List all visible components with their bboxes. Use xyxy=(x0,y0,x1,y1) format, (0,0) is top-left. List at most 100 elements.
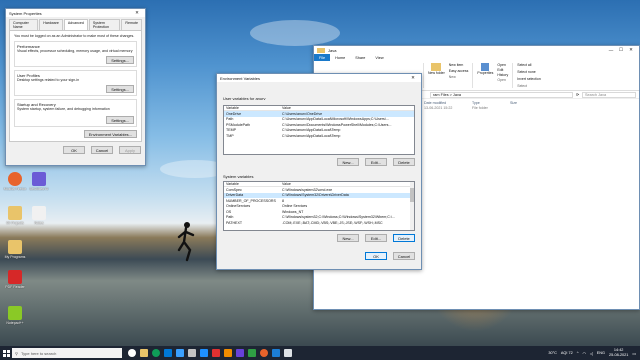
aqi-text[interactable]: AQI 72 xyxy=(561,351,573,355)
ribbon-tab-share[interactable]: Share xyxy=(350,56,370,60)
app-icon[interactable] xyxy=(224,349,232,357)
list-item[interactable]: ComSpec C:\Windows\system32\cmd.exe xyxy=(224,187,414,193)
tab-advanced[interactable]: Advanced xyxy=(63,19,88,30)
list-item[interactable]: TEMP C:\Users\anurv\AppData\Local\Temp xyxy=(224,128,414,134)
properties-button[interactable]: Properties xyxy=(477,63,493,88)
list-item[interactable]: Path C:\Windows\system32;C:\Windows;C:\Wi… xyxy=(224,215,414,221)
new-item-button[interactable]: New item xyxy=(449,63,469,67)
notification-icon[interactable]: ▭ xyxy=(632,351,636,356)
col-value[interactable]: Value xyxy=(280,182,414,186)
desktop-icon[interactable]: PDF Reader xyxy=(2,270,28,300)
scrollbar-thumb[interactable] xyxy=(410,188,414,202)
close-icon[interactable]: ✕ xyxy=(626,47,636,53)
file-explorer-icon[interactable] xyxy=(140,349,148,357)
tab-system-protection[interactable]: System Protection xyxy=(88,19,121,30)
select-none-button[interactable]: Select none xyxy=(517,70,541,74)
task-view-icon[interactable] xyxy=(128,349,136,357)
start-button[interactable] xyxy=(0,349,12,357)
app-icon[interactable] xyxy=(200,349,208,357)
taskbar-search[interactable]: ⚲ Type here to search xyxy=(12,348,122,358)
desktop-icon-label: Mozilla Firefox xyxy=(3,187,27,191)
close-icon[interactable]: ✕ xyxy=(132,10,142,16)
tab-remote[interactable]: Remote xyxy=(121,19,142,30)
easy-access-button[interactable]: Easy access xyxy=(449,69,469,73)
cancel-button[interactable]: Cancel xyxy=(393,252,415,260)
list-item[interactable]: NUMBER_OF_PROCESSORS 8 xyxy=(224,198,414,204)
col-variable[interactable]: Variable xyxy=(224,106,280,110)
tab-hardware[interactable]: Hardware xyxy=(39,19,63,30)
list-item[interactable]: OnlineServices Online Services xyxy=(224,204,414,210)
open-button[interactable]: Open xyxy=(497,63,508,67)
wifi-icon[interactable]: ◠ xyxy=(582,351,585,356)
invert-selection-button[interactable]: Invert selection xyxy=(517,77,541,81)
list-item[interactable]: DriverData C:\Windows\System32\Drivers\Dr… xyxy=(224,192,414,198)
desktop-icon[interactable]: 00 Projects xyxy=(2,206,28,236)
performance-settings-button[interactable]: Settings... xyxy=(106,56,134,64)
minimize-icon[interactable]: — xyxy=(606,48,616,53)
chevron-up-icon[interactable]: ^ xyxy=(577,351,579,355)
history-button[interactable]: History xyxy=(497,73,508,77)
app-icon[interactable] xyxy=(236,349,244,357)
var-name: PSModulePath xyxy=(226,122,250,127)
list-item[interactable]: TMP C:\Users\anurv\AppData\Local\Temp xyxy=(224,133,414,139)
startup-settings-button[interactable]: Settings... xyxy=(106,116,134,124)
ok-button[interactable]: OK xyxy=(365,252,387,260)
desktop-icon[interactable]: Notes xyxy=(26,206,52,236)
list-item[interactable]: Path C:\Users\anurv\AppData\Local\Microso… xyxy=(224,117,414,123)
user-variables-list[interactable]: Variable Value OneDrive C:\Users\anurv\One… xyxy=(223,105,415,155)
desktop-icon[interactable]: Notepad++ xyxy=(2,306,28,336)
col-value[interactable]: Value xyxy=(280,106,414,110)
col-date-modified[interactable]: Date modified xyxy=(424,101,472,105)
address-bar[interactable]: ram Files > Java xyxy=(430,91,573,98)
new-folder-button[interactable]: New folder xyxy=(428,63,445,88)
desktop-icon[interactable]: My Programs xyxy=(2,240,28,270)
user-profiles-settings-button[interactable]: Settings... xyxy=(106,85,134,93)
cancel-button[interactable]: Cancel xyxy=(91,146,113,154)
clock[interactable]: 14:42 25-08-2021 xyxy=(609,348,628,358)
weather-text[interactable]: 30°C xyxy=(548,351,556,355)
notepad-icon[interactable] xyxy=(284,349,292,357)
list-item[interactable]: PSModulePath C:\Users\anurv\Documents\Win… xyxy=(224,122,414,128)
app-icon[interactable] xyxy=(248,349,256,357)
search-input[interactable]: Search Java xyxy=(582,91,636,98)
var-name: OnlineServices xyxy=(226,204,251,209)
system-edit-button[interactable]: Edit... xyxy=(365,234,387,242)
vscode-icon[interactable] xyxy=(164,349,172,357)
system-new-button[interactable]: New... xyxy=(337,234,359,242)
ribbon-tab-home[interactable]: Home xyxy=(330,56,350,60)
list-item[interactable]: OneDrive C:\Users\anurv\OneDrive xyxy=(224,111,414,117)
environment-variables-button[interactable]: Environment Variables... xyxy=(83,130,137,138)
apply-button[interactable]: Apply xyxy=(119,146,141,154)
desktop-icon[interactable]: Mozilla Firefox xyxy=(2,172,28,202)
chrome-icon[interactable] xyxy=(152,349,160,357)
close-icon[interactable]: ✕ xyxy=(408,75,418,81)
list-item[interactable]: OS Windows_NT xyxy=(224,209,414,215)
system-variables-list[interactable]: Variable Value ComSpec C:\Windows\system32… xyxy=(223,181,415,231)
ribbon-tabs: File Home Share View xyxy=(314,54,639,61)
tab-computer-name[interactable]: Computer Name xyxy=(9,19,39,30)
list-item[interactable]: PATHEXT .COM;.EXE;.BAT;.CMD;.VBS;.VBE;.JS… xyxy=(224,220,414,226)
scrollbar[interactable] xyxy=(410,182,414,230)
desktop-icon[interactable]: BeSkilled AI xyxy=(26,172,52,202)
app-icon[interactable] xyxy=(272,349,280,357)
youtube-icon[interactable] xyxy=(212,349,220,357)
ok-button[interactable]: OK xyxy=(63,146,85,154)
ribbon-tab-file[interactable]: File xyxy=(314,54,331,61)
system-delete-button[interactable]: Delete xyxy=(393,234,415,242)
col-variable[interactable]: Variable xyxy=(224,182,280,186)
select-all-button[interactable]: Select all xyxy=(517,63,541,67)
ribbon-tab-view[interactable]: View xyxy=(370,56,388,60)
volume-icon[interactable]: ◁ xyxy=(590,351,593,356)
firefox-icon[interactable] xyxy=(260,349,268,357)
edit-button[interactable]: Edit xyxy=(497,68,508,72)
user-delete-button[interactable]: Delete xyxy=(393,158,415,166)
settings-icon[interactable] xyxy=(188,349,196,357)
edge-icon[interactable] xyxy=(176,349,184,357)
user-edit-button[interactable]: Edit... xyxy=(365,158,387,166)
col-size[interactable]: Size xyxy=(510,101,517,105)
maximize-icon[interactable]: ☐ xyxy=(616,47,626,53)
refresh-icon[interactable]: ⟳ xyxy=(576,92,579,97)
user-new-button[interactable]: New... xyxy=(337,158,359,166)
language-indicator[interactable]: ENG xyxy=(597,351,605,355)
col-type[interactable]: Type xyxy=(472,101,510,105)
